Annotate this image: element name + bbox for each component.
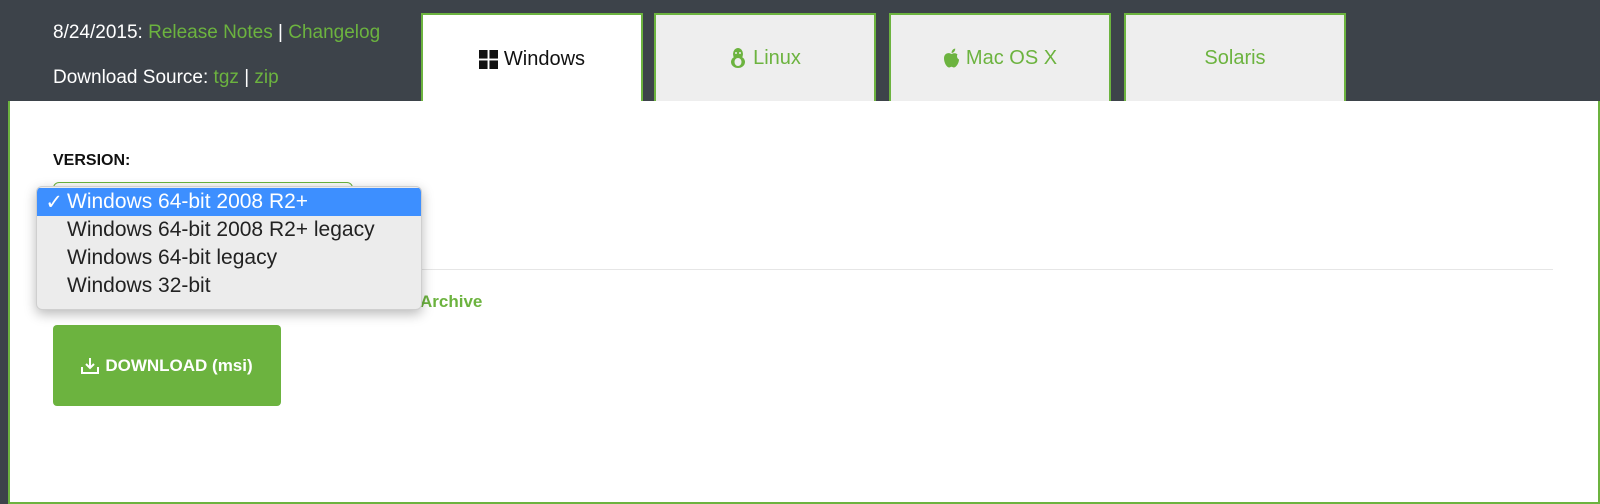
download-button[interactable]: DOWNLOAD (msi)	[53, 325, 281, 406]
tab-windows[interactable]: Windows	[421, 13, 643, 103]
tab-label: Linux	[753, 46, 801, 69]
version-dropdown-menu: ✓ Windows 64-bit 2008 R2+ Windows 64-bit…	[36, 186, 422, 310]
checkmark-icon: ✓	[45, 190, 63, 214]
linux-icon	[729, 48, 747, 68]
download-icon	[81, 357, 100, 375]
tab-mac-os-x[interactable]: Mac OS X	[889, 13, 1111, 101]
source-line: Download Source: tgz | zip	[53, 67, 279, 89]
release-line: 8/24/2015: Release Notes | Changelog	[53, 22, 380, 44]
version-label: VERSION:	[53, 152, 131, 169]
separator: |	[278, 22, 283, 43]
tgz-link[interactable]: tgz	[214, 67, 239, 88]
tab-label: Mac OS X	[965, 46, 1058, 69]
tab-solaris[interactable]: Solaris	[1124, 13, 1346, 101]
download-source-label: Download Source:	[53, 67, 209, 88]
changelog-link[interactable]: Changelog	[288, 22, 380, 43]
archive-link[interactable]: Archive	[420, 292, 482, 312]
release-notes-link[interactable]: Release Notes	[148, 22, 273, 43]
separator: |	[244, 67, 250, 88]
apple-icon	[943, 48, 960, 68]
version-option[interactable]: Windows 64-bit 2008 R2+ legacy	[37, 216, 421, 244]
option-label: Windows 64-bit legacy	[67, 246, 278, 269]
version-option[interactable]: ✓ Windows 64-bit 2008 R2+	[37, 188, 421, 216]
tab-linux[interactable]: Linux	[654, 13, 876, 101]
zip-link[interactable]: zip	[254, 67, 278, 88]
tab-label: Solaris	[1204, 46, 1266, 69]
tab-label: Windows	[503, 47, 586, 70]
release-info: 8/24/2015: Release Notes | Changelog Dow…	[53, 0, 423, 102]
option-label: Windows 64-bit 2008 R2+	[67, 190, 309, 213]
option-label: Windows 32-bit	[67, 274, 211, 297]
version-option[interactable]: Windows 64-bit legacy	[37, 244, 421, 272]
windows-icon	[478, 49, 498, 69]
release-date: 8/24/2015:	[53, 22, 143, 43]
version-option[interactable]: Windows 32-bit	[37, 272, 421, 300]
download-label: DOWNLOAD (msi)	[105, 355, 253, 375]
option-label: Windows 64-bit 2008 R2+ legacy	[67, 218, 375, 241]
